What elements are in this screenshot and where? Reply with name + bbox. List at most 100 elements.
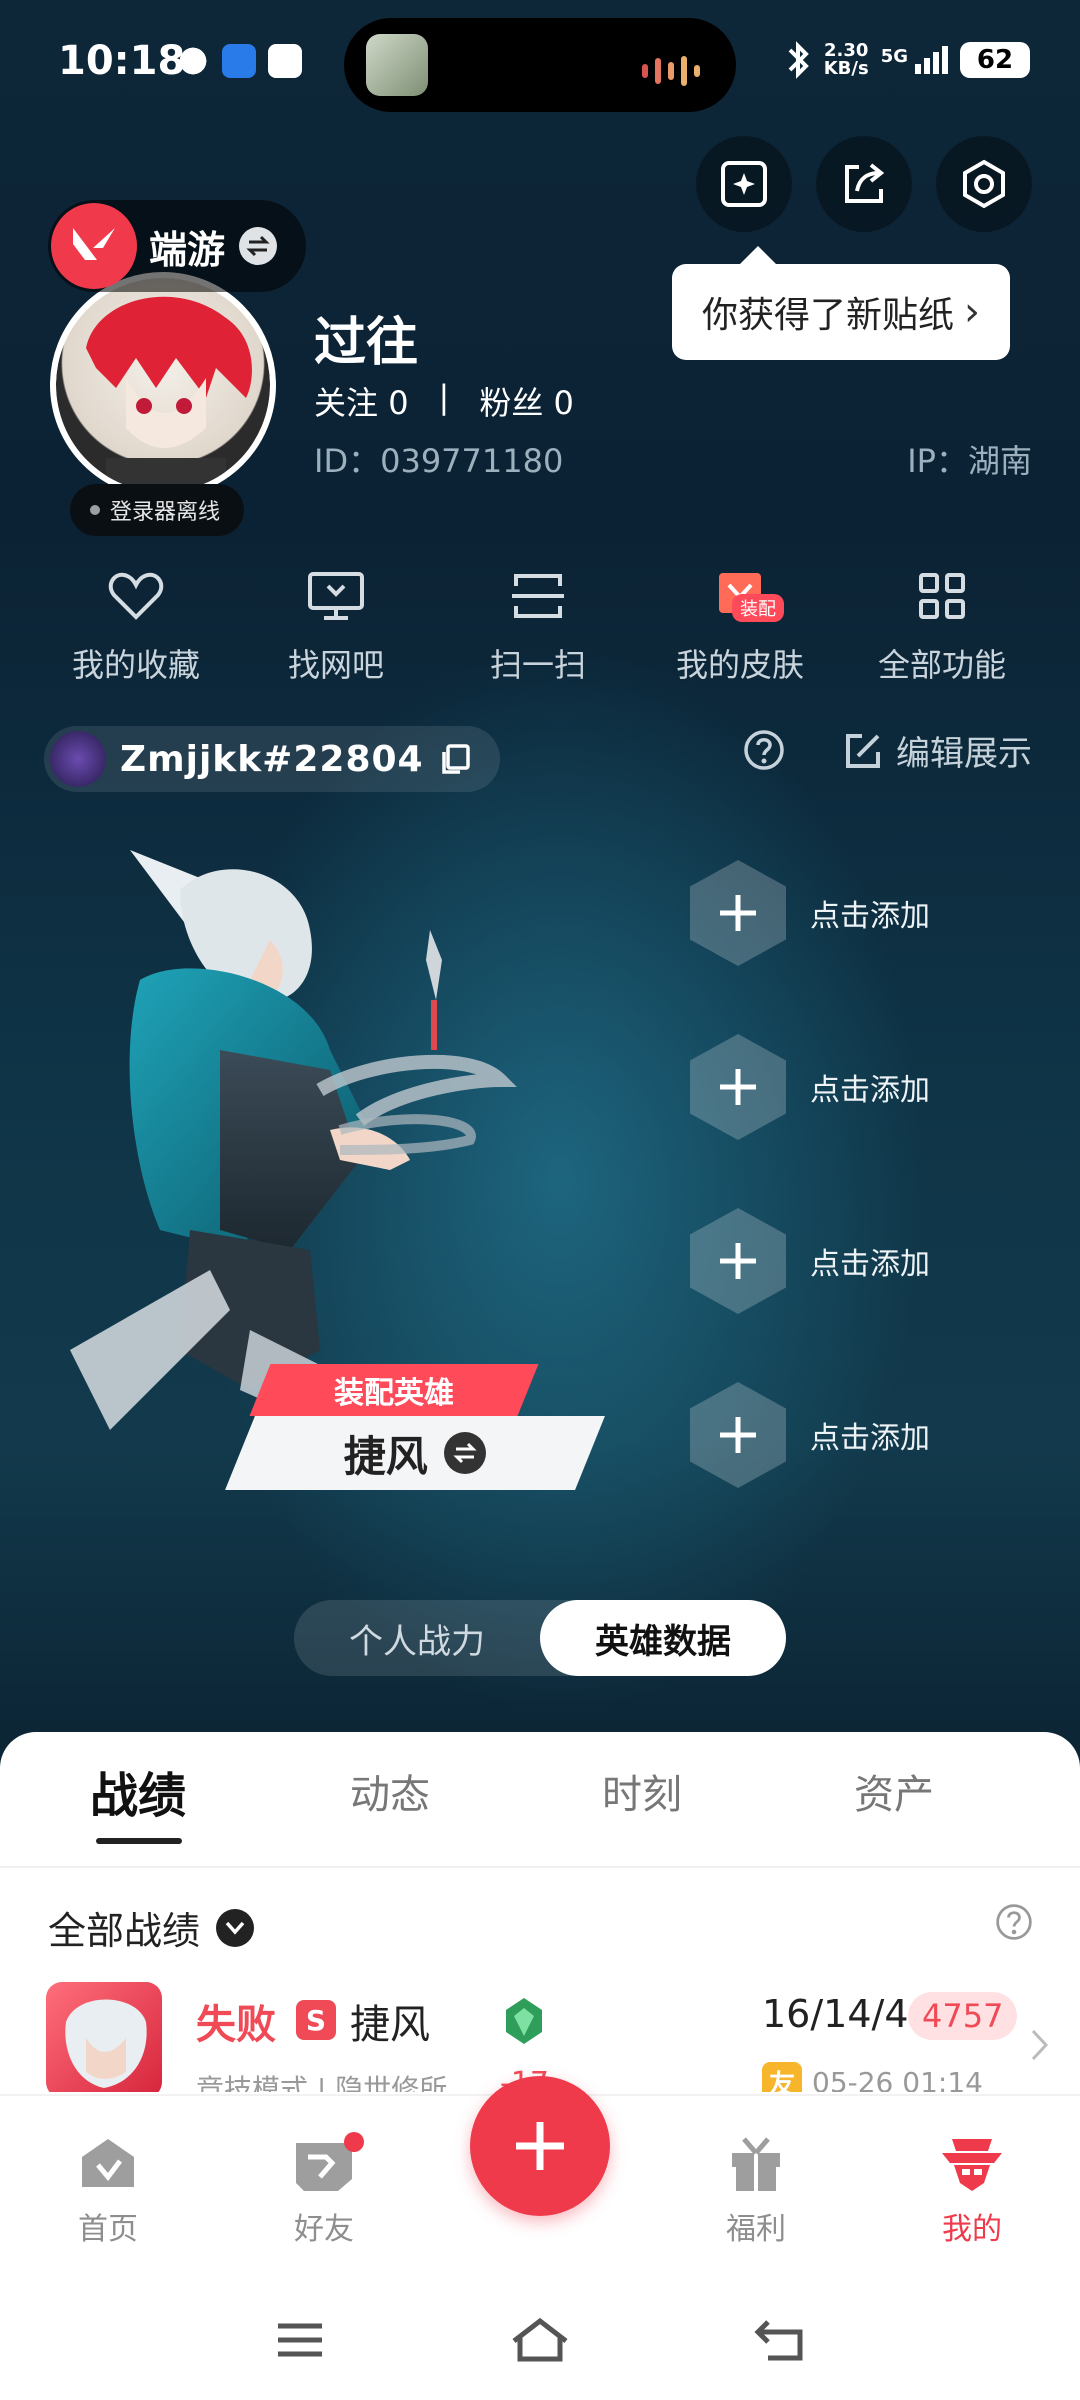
match-mode-map: 竞技模式 | 隐世修所 (196, 2073, 448, 2092)
sticker-button[interactable] (696, 136, 792, 232)
plus-icon (690, 860, 786, 966)
heart-icon (108, 572, 164, 620)
match-kda: 16/14/4 (762, 1992, 909, 2036)
following-stat[interactable]: 关注 0 (314, 378, 409, 424)
hotspot-icon (222, 44, 256, 78)
profile-page: 10:18 2.30 KB/s 5G 62 你获得了新贴纸 › 端游 登录器离线… (0, 0, 1080, 2400)
offline-dot-icon (90, 505, 100, 515)
records-filter[interactable]: 全部战绩 (48, 1900, 255, 1955)
valorant-logo-icon (51, 203, 137, 289)
status-bar: 10:18 2.30 KB/s 5G 62 (0, 0, 1080, 120)
plus-icon (690, 1208, 786, 1314)
edit-icon (846, 733, 880, 768)
tooltip-text: 你获得了新贴纸 (702, 295, 955, 336)
edit-display-button[interactable]: 编辑展示 (842, 726, 1032, 775)
tab-feed[interactable]: 动态 (300, 1762, 480, 1820)
add-slot[interactable]: 点击添加 (690, 1380, 1010, 1490)
net-speed-unit: KB/s (823, 58, 869, 79)
settings-button[interactable] (936, 136, 1032, 232)
tab-moments[interactable]: 时刻 (552, 1762, 732, 1820)
avatar[interactable] (50, 272, 276, 498)
hero-thumbnail (46, 1982, 162, 2092)
menu-icon (278, 2323, 322, 2357)
net-speed: 2.30 KB/s (824, 42, 869, 78)
new-sticker-tooltip[interactable]: 你获得了新贴纸 › (672, 246, 1011, 360)
segment-personal-power[interactable]: 个人战力 (294, 1600, 540, 1676)
add-slot-label: 点击添加 (810, 1421, 930, 1456)
gear-icon (963, 159, 1005, 209)
segment-hero-data[interactable]: 英雄数据 (540, 1600, 786, 1676)
help-icon[interactable] (994, 1902, 1034, 1942)
status-time: 10:18 (58, 38, 186, 84)
add-slot-label: 点击添加 (810, 1073, 930, 1108)
game-name: 端游 (149, 227, 226, 272)
plus-icon (690, 1382, 786, 1488)
friend-badge: 友 (762, 2062, 802, 2092)
quick-actions: 我的收藏 找网吧 扫一扫 装配 我的皮肤 全部功能 (0, 564, 1080, 694)
scan-icon (512, 574, 564, 618)
equipped-hero-selector[interactable]: 捷风 (225, 1416, 605, 1490)
quick-action-favorites[interactable]: 我的收藏 (36, 564, 236, 686)
dynamic-island[interactable] (344, 18, 736, 112)
riot-id-chip[interactable]: Zmjjkk#22804 (44, 726, 500, 792)
divider (0, 1866, 1080, 1868)
tab-assets[interactable]: 资产 (804, 1762, 984, 1820)
bluetooth-icon (788, 41, 809, 79)
back-icon (754, 2320, 803, 2361)
add-slot[interactable]: 点击添加 (690, 858, 1010, 968)
gift-icon (732, 2137, 780, 2191)
add-slot[interactable]: 点击添加 (690, 1032, 1010, 1142)
quick-action-scan[interactable]: 扫一扫 (438, 564, 638, 686)
copy-icon[interactable] (438, 742, 472, 776)
status-right: 2.30 KB/s 5G 62 (784, 40, 1030, 80)
ip-location: IP：湖南 (907, 442, 1032, 480)
monitor-icon (308, 572, 364, 620)
nav-benefits[interactable]: 福利 (676, 2128, 836, 2248)
hero-name: 捷风 (343, 1431, 428, 1481)
fans-stat[interactable]: 粉丝 0 (479, 378, 574, 424)
user-id: ID：039771180 (314, 442, 564, 480)
match-hero: 捷风 (350, 2002, 430, 2048)
grid-icon (919, 573, 965, 619)
tab-records[interactable]: 战绩 (48, 1756, 228, 1826)
system-nav-bar (0, 2270, 1080, 2400)
avatar-character-icon (86, 296, 252, 492)
mode-badge: S (296, 2000, 336, 2040)
network-type: 5G (880, 46, 908, 67)
me-icon (942, 2139, 1002, 2191)
share-button[interactable] (816, 136, 912, 232)
sticker-icon (721, 161, 767, 207)
add-slot[interactable]: 点击添加 (690, 1206, 1010, 1316)
signal-indicator: 5G (881, 46, 948, 74)
tab-indicator (96, 1838, 182, 1844)
quick-action-skins[interactable]: 装配 我的皮肤 (640, 564, 840, 686)
menu-button[interactable] (260, 2310, 340, 2370)
quick-action-netcafe[interactable]: 找网吧 (236, 564, 436, 686)
create-post-button[interactable] (470, 2076, 610, 2216)
swap-icon (239, 227, 278, 265)
plus-icon (516, 2122, 564, 2170)
nav-friends[interactable]: 好友 (244, 2128, 404, 2248)
battery-icon: 62 (960, 42, 1030, 78)
quick-action-all[interactable]: 全部功能 (842, 564, 1042, 686)
game-switcher[interactable]: 端游 (48, 200, 306, 292)
plus-icon (690, 1034, 786, 1140)
nav-home[interactable]: 首页 (28, 2128, 188, 2248)
content-tabs: 战绩 动态 时刻 资产 (0, 1762, 1080, 1842)
home-button[interactable] (500, 2310, 580, 2370)
add-slot-label: 点击添加 (810, 899, 930, 934)
separator: | (438, 378, 450, 416)
help-icon[interactable] (742, 728, 786, 772)
add-slot-label: 点击添加 (810, 1247, 930, 1282)
match-score: 4757 (908, 1992, 1018, 2040)
records-filter-label: 全部战绩 (48, 1909, 201, 1953)
back-button[interactable] (740, 2310, 820, 2370)
swap-icon (444, 1432, 486, 1474)
chevron-down-icon (216, 1908, 255, 1947)
skin-badge: 装配 (732, 594, 784, 622)
stats-segment-control: 个人战力 英雄数据 (294, 1600, 786, 1676)
globe-icon (176, 44, 210, 78)
nav-me[interactable]: 我的 (892, 2128, 1052, 2248)
chevron-right-icon: › (964, 289, 981, 335)
username: 过往 (314, 313, 419, 373)
